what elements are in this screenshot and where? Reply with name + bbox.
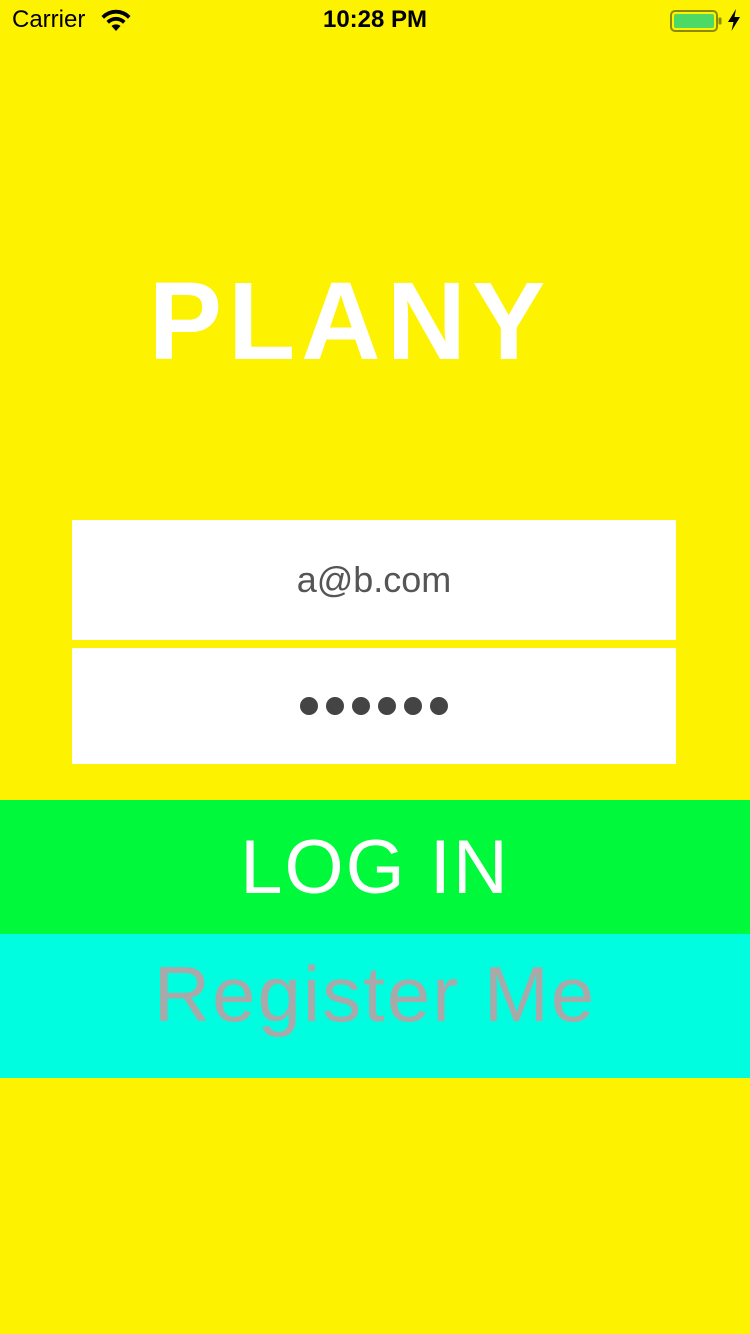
password-dot <box>430 697 448 715</box>
status-time: 10:28 PM <box>322 6 428 33</box>
email-value: a@b.com <box>296 559 452 600</box>
login-button[interactable]: LOG IN <box>0 800 750 934</box>
password-mask <box>300 697 448 715</box>
register-button[interactable]: Register Me <box>0 934 750 1078</box>
password-dot <box>300 697 318 715</box>
password-field[interactable] <box>72 648 676 764</box>
battery-icon <box>670 10 722 32</box>
password-dot <box>352 697 370 715</box>
register-button-label: Register Me <box>153 949 597 1038</box>
status-bar: Carrier 10:28 PM <box>0 0 750 40</box>
password-dot <box>326 697 344 715</box>
password-dot <box>404 697 422 715</box>
password-dot <box>378 697 396 715</box>
login-screen: Carrier 10:28 PM PLANY a@b.com LOG IN Re… <box>0 0 750 1334</box>
app-title: PLANY <box>148 260 552 383</box>
email-field[interactable]: a@b.com <box>72 520 676 640</box>
login-button-label: LOG IN <box>240 824 510 910</box>
charging-bolt-icon <box>728 9 740 31</box>
